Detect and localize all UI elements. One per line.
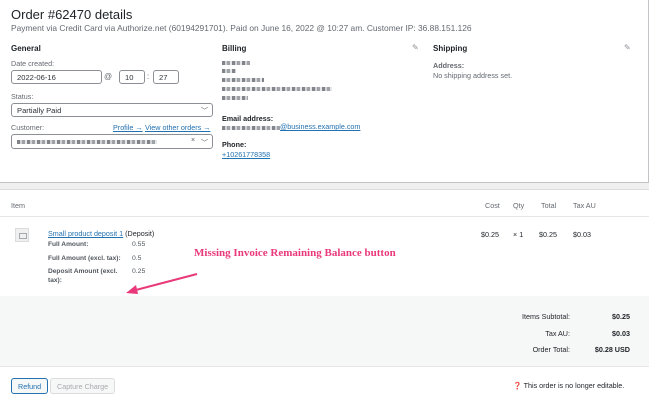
meta-value: 0.55: [132, 241, 146, 248]
column-header-total: Total: [541, 201, 557, 210]
column-header-qty: Qty: [513, 201, 525, 210]
billing-redacted-line: [222, 61, 250, 65]
general-heading: General: [11, 44, 41, 53]
not-editable-text: This order is no longer editable.: [523, 381, 625, 390]
view-other-orders-link[interactable]: View other orders →: [145, 123, 210, 132]
actions-divider: [0, 366, 649, 367]
tax-value: $0.03: [612, 329, 630, 338]
hour-input[interactable]: 10: [119, 70, 145, 84]
time-colon: :: [147, 72, 150, 81]
payment-summary: Payment via Credit Card via Authorize.ne…: [11, 23, 472, 33]
minute-input[interactable]: 27: [153, 70, 179, 84]
status-label: Status:: [11, 92, 34, 101]
billing-redacted-line: [222, 87, 332, 91]
customer-label: Customer:: [11, 123, 45, 132]
product-thumbnail-image-icon: [15, 228, 29, 242]
item-qty: × 1: [513, 230, 524, 239]
customer-redacted: [17, 140, 157, 144]
items-subtotal-value: $0.25: [612, 312, 630, 321]
date-created-input[interactable]: 2022-06-16: [11, 70, 102, 84]
billing-heading: Billing: [222, 44, 247, 53]
order-total-label: Order Total:: [532, 345, 570, 354]
question-icon: ❓: [513, 383, 522, 390]
shipping-address-value: No shipping address set.: [433, 71, 513, 80]
edit-shipping-pencil-icon[interactable]: ✎: [624, 43, 631, 52]
edit-billing-pencil-icon[interactable]: ✎: [412, 43, 419, 52]
meta-key: Full Amount:: [48, 241, 89, 248]
not-editable-note: ❓ This order is no longer editable.: [513, 381, 624, 390]
capture-charge-button[interactable]: Capture Charge: [50, 378, 116, 394]
shipping-address-label: Address:: [433, 61, 465, 70]
meta-value: 0.5: [132, 255, 142, 262]
items-subtotal-label: Items Subtotal:: [522, 312, 570, 321]
column-header-item: Item: [11, 201, 25, 210]
clear-icon[interactable]: ×: [191, 137, 195, 144]
profile-link[interactable]: Profile →: [113, 123, 143, 132]
page-title: Order #62470 details: [11, 7, 133, 22]
deposit-tag: (Deposit): [125, 229, 155, 238]
billing-redacted-line: [222, 96, 248, 100]
item-tax: $0.03: [573, 230, 591, 239]
annotation-text: Missing Invoice Remaining Balance button: [194, 247, 396, 259]
chevron-down-icon: ﹀: [201, 140, 208, 147]
email-link[interactable]: @business.example.com: [280, 122, 360, 131]
annotation-arrow-icon: [126, 273, 198, 294]
shipping-heading: Shipping: [433, 44, 468, 53]
status-value: Partially Paid: [17, 106, 62, 115]
chevron-down-icon: ﹀: [201, 108, 208, 115]
header-divider: [0, 216, 649, 217]
phone-label: Phone:: [222, 140, 247, 149]
meta-key: Full Amount (excl. tax):: [48, 255, 121, 262]
product-link[interactable]: Small product deposit 1: [48, 229, 123, 238]
date-created-label: Date created:: [11, 59, 55, 68]
tax-label: Tax AU:: [545, 329, 570, 338]
billing-redacted-line: [222, 78, 264, 82]
at-separator: @: [104, 72, 113, 81]
email-redacted: [222, 126, 280, 130]
order-details-panel: Order #62470 details Payment via Credit …: [0, 0, 649, 183]
refund-button[interactable]: Refund: [11, 378, 49, 394]
phone-link[interactable]: +10261778358: [222, 150, 270, 159]
billing-redacted-line: [222, 69, 236, 73]
column-header-tax: Tax AU: [573, 201, 596, 210]
order-total-value: $0.28 USD: [594, 345, 630, 354]
item-total: $0.25: [539, 230, 557, 239]
email-label: Email address:: [222, 114, 274, 123]
meta-key-continued: tax):: [48, 277, 62, 284]
item-cost: $0.25: [481, 230, 499, 239]
line-item-title: Small product deposit 1 (Deposit): [48, 229, 154, 238]
status-select[interactable]: Partially Paid: [11, 103, 213, 117]
meta-key: Deposit Amount (excl.: [48, 268, 118, 275]
column-header-cost: Cost: [485, 201, 500, 210]
